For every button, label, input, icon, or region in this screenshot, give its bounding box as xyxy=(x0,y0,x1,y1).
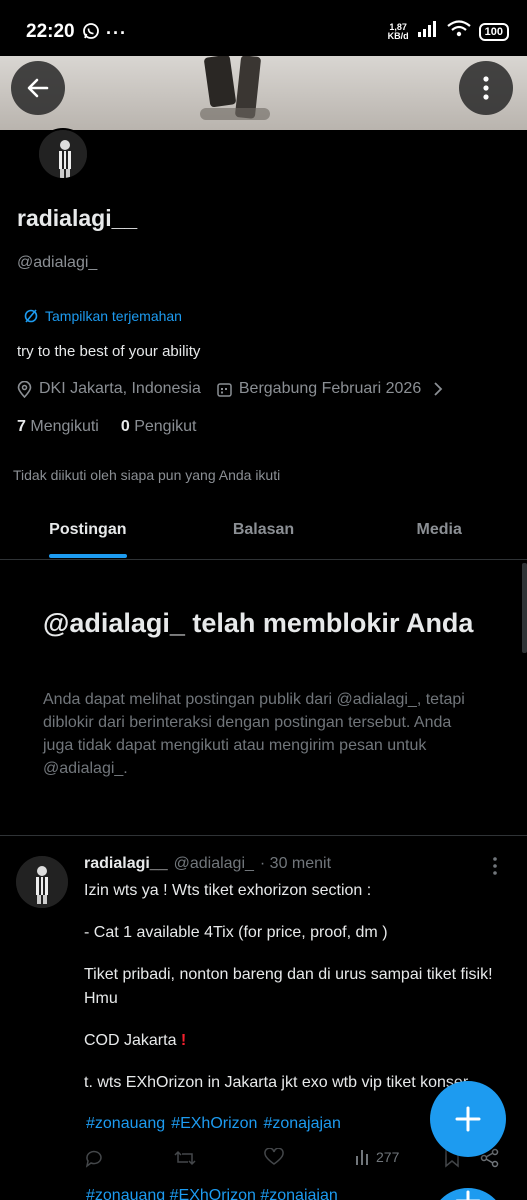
post-text: Izin wts ya ! Wts tiket exhorizon sectio… xyxy=(84,879,504,1113)
post-author-handle[interactable]: @adialagi_ xyxy=(174,855,254,873)
status-time: 22:20 xyxy=(26,21,75,42)
back-button[interactable] xyxy=(11,61,65,115)
post-hashtags: #zonauang #EXhOrizon #zonajajan xyxy=(86,1115,347,1133)
reply-button[interactable] xyxy=(84,1148,104,1168)
network-speed: 1,87 KB/d xyxy=(387,21,409,41)
scrollbar[interactable] xyxy=(522,563,527,653)
hashtag-link[interactable]: #zonauang xyxy=(86,1115,165,1132)
plus-icon xyxy=(455,1190,481,1200)
followers-stat[interactable]: 0 Pengikut xyxy=(121,418,197,436)
translate-link[interactable]: Tampilkan terjemahan xyxy=(23,308,182,324)
profile-name: radialagi__ xyxy=(17,205,138,231)
divider xyxy=(0,835,527,836)
profile-joined: Bergabung Februari 2026 xyxy=(238,380,422,397)
active-tab-indicator xyxy=(48,554,127,558)
compose-button[interactable] xyxy=(430,1081,506,1157)
arrow-left-icon xyxy=(27,78,49,98)
profile-tabs: Postingan Balasan Media xyxy=(0,500,527,560)
post-line: Izin wts ya ! Wts tiket exhorizon sectio… xyxy=(84,882,372,899)
views-button[interactable]: 277 xyxy=(354,1148,399,1166)
compose-button-secondary[interactable] xyxy=(430,1188,506,1200)
not-followed-note: Tidak diikuti oleh siapa pun yang Anda i… xyxy=(13,467,281,483)
whatsapp-icon xyxy=(82,22,100,45)
reply-icon xyxy=(85,1150,102,1168)
status-bar: 22:20 ··· 1,87 KB/d 100 xyxy=(0,0,527,56)
profile-bio: try to the best of your ability xyxy=(17,343,201,360)
signal-icon xyxy=(417,21,439,42)
profile-avatar[interactable] xyxy=(37,128,89,180)
chevron-right-icon[interactable] xyxy=(433,381,443,397)
tab-balasan[interactable]: Balasan xyxy=(176,500,352,559)
wifi-icon xyxy=(446,20,471,43)
vertical-dots-icon xyxy=(483,76,489,100)
profile-meta: DKI Jakarta, Indonesia Bergabung Februar… xyxy=(17,380,443,398)
post-header: radialagi__ @adialagi_ · 30 menit xyxy=(84,855,331,873)
repost-icon xyxy=(174,1150,196,1166)
hashtag-link[interactable]: #zonajajan xyxy=(263,1115,340,1132)
vertical-dots-icon xyxy=(493,857,497,875)
post-more-button[interactable] xyxy=(492,856,498,881)
post-line: - Cat 1 available 4Tix (for price, proof… xyxy=(84,924,388,941)
battery-indicator: 100 xyxy=(478,22,509,41)
blocked-title: @adialagi_ telah memblokir Anda xyxy=(43,608,474,638)
calendar-icon xyxy=(217,382,232,397)
profile-location: DKI Jakarta, Indonesia xyxy=(39,380,201,397)
more-dots-icon: ··· xyxy=(106,23,127,43)
following-stat[interactable]: 7 Mengikuti xyxy=(17,418,99,436)
more-options-button[interactable] xyxy=(459,61,513,115)
blocked-description: Anda dapat melihat postingan publik dari… xyxy=(43,691,465,777)
heart-icon xyxy=(264,1148,284,1165)
hashtag-link[interactable]: #EXhOrizon xyxy=(171,1115,257,1132)
next-post-hashtags[interactable]: #zonauang #EXhOrizon #zonajajan xyxy=(86,1187,338,1200)
post-avatar[interactable] xyxy=(16,856,68,908)
analytics-icon xyxy=(356,1150,368,1165)
post-author-name[interactable]: radialagi__ xyxy=(84,855,168,873)
location-pin-icon xyxy=(17,380,32,398)
translate-label: Tampilkan terjemahan xyxy=(45,308,182,324)
profile-handle: @adialagi_ xyxy=(17,254,98,271)
follow-stats: 7 Mengikuti 0 Pengikut xyxy=(17,418,196,436)
like-button[interactable] xyxy=(264,1148,284,1166)
exclamation-emoji: ! xyxy=(180,1032,187,1049)
post-line: COD Jakarta ! xyxy=(84,1032,187,1049)
profile-banner xyxy=(0,56,527,130)
translate-icon xyxy=(24,309,38,323)
post-line: Tiket pribadi, nonton bareng dan di urus… xyxy=(84,966,493,1007)
post-time: · 30 menit xyxy=(259,855,332,872)
post-actions: 277 xyxy=(84,1148,504,1174)
plus-icon xyxy=(455,1106,481,1132)
tab-postingan[interactable]: Postingan xyxy=(0,500,176,559)
repost-button[interactable] xyxy=(174,1148,196,1168)
tab-media[interactable]: Media xyxy=(351,500,527,559)
views-count: 277 xyxy=(376,1149,400,1165)
